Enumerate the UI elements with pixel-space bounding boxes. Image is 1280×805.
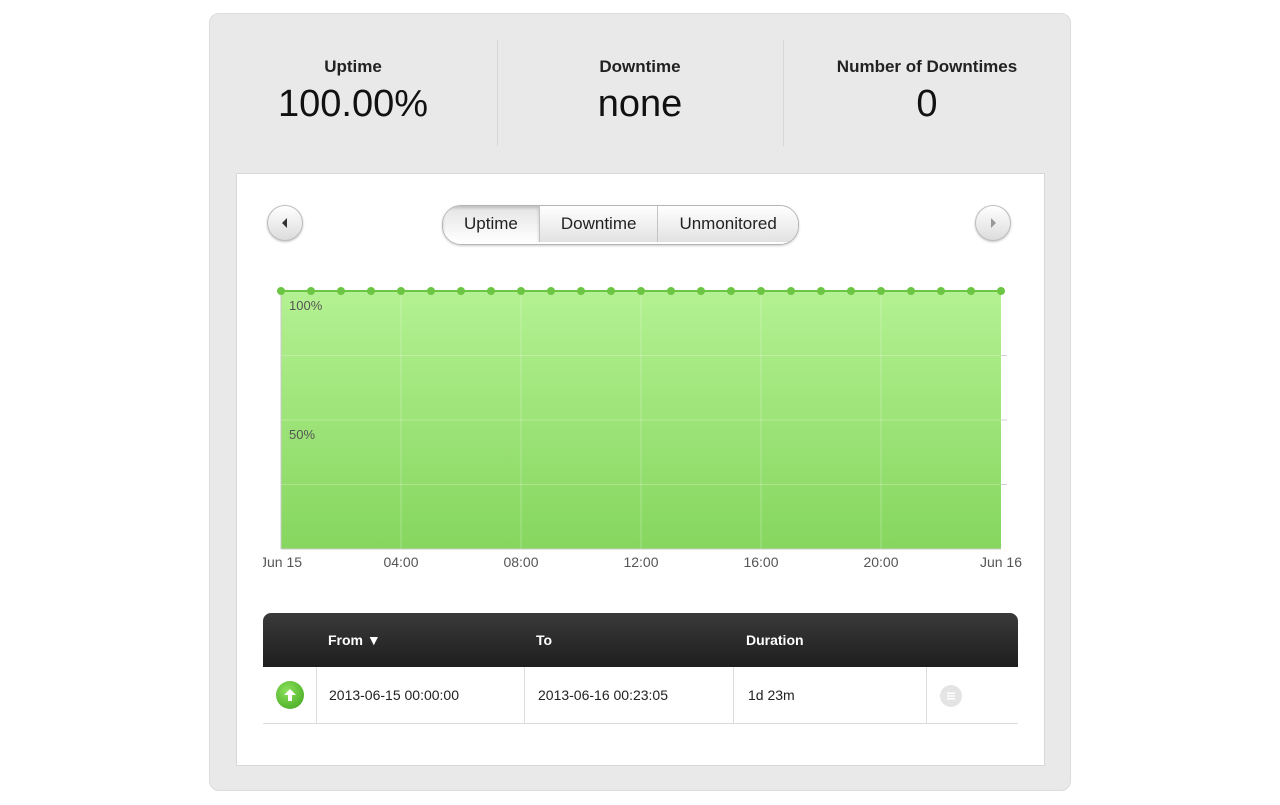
column-divider: [926, 667, 927, 723]
uptime-panel: Uptime 100.00% Downtime none Number of D…: [209, 13, 1071, 791]
column-divider: [316, 667, 317, 723]
data-point: [427, 287, 435, 295]
downtime-count-stat: Number of Downtimes 0: [784, 40, 1070, 146]
next-period-button[interactable]: [975, 205, 1011, 241]
data-point: [937, 287, 945, 295]
y-tick-label: 100%: [289, 298, 323, 313]
cell-from: 2013-06-15 00:00:00: [329, 687, 459, 703]
toggle-uptime[interactable]: Uptime: [443, 206, 539, 242]
downtime-table: From ▼ To Duration 2013-06-15 00:00:00 2…: [263, 613, 1018, 724]
data-point: [787, 287, 795, 295]
downtime-value: none: [597, 83, 683, 125]
data-point: [307, 287, 315, 295]
data-point: [487, 287, 495, 295]
data-point: [547, 287, 555, 295]
arrow-up-icon: [276, 681, 304, 709]
downtime-count-value: 0: [916, 83, 938, 125]
data-point: [757, 287, 765, 295]
stats-summary: Uptime 100.00% Downtime none Number of D…: [210, 14, 1072, 174]
x-tick-label: 12:00: [623, 554, 658, 570]
data-point: [397, 287, 405, 295]
data-point: [667, 287, 675, 295]
chevron-right-icon: [991, 218, 996, 228]
x-tick-label: 16:00: [743, 554, 778, 570]
data-point: [697, 287, 705, 295]
data-point: [997, 287, 1005, 295]
data-point: [847, 287, 855, 295]
table-row: 2013-06-15 00:00:00 2013-06-16 00:23:05 …: [263, 667, 1018, 724]
data-point: [637, 287, 645, 295]
uptime-value: 100.00%: [277, 83, 428, 125]
uptime-area-chart: 100% 50% Jun 15 04:00 08:00 12:00 16:00 20:00 Ju…: [263, 287, 1022, 570]
data-point: [577, 287, 585, 295]
y-tick-label: 50%: [289, 427, 315, 442]
x-tick-label: 04:00: [383, 554, 418, 570]
data-point: [337, 287, 345, 295]
chevron-left-icon: [282, 218, 287, 228]
chart-mode-toggle[interactable]: Uptime Downtime Unmonitored: [442, 205, 799, 245]
data-point: [367, 287, 375, 295]
x-tick-label: 08:00: [503, 554, 538, 570]
table-header: From ▼ To Duration: [263, 613, 1018, 667]
x-tick-label: 20:00: [863, 554, 898, 570]
chart-card: Uptime Downtime Unmonitored 100% 50% Jun 1…: [236, 173, 1045, 766]
cell-duration: 1d 23m: [748, 687, 795, 703]
data-point: [727, 287, 735, 295]
column-header-from[interactable]: From ▼: [328, 613, 381, 667]
cell-to: 2013-06-16 00:23:05: [538, 687, 668, 703]
data-point: [457, 287, 465, 295]
uptime-label: Uptime: [324, 57, 382, 76]
column-divider: [524, 667, 525, 723]
downtime-count-label: Number of Downtimes: [836, 57, 1018, 76]
data-point: [967, 287, 975, 295]
column-divider: [733, 667, 734, 723]
toggle-downtime[interactable]: Downtime: [538, 206, 658, 242]
downtime-label: Downtime: [599, 57, 681, 76]
data-point: [277, 287, 285, 295]
downtime-stat: Downtime none: [497, 40, 783, 146]
previous-period-button[interactable]: [267, 205, 303, 241]
column-header-to[interactable]: To: [536, 613, 552, 667]
x-tick-label: Jun 15: [263, 554, 302, 570]
data-point: [817, 287, 825, 295]
data-point: [877, 287, 885, 295]
list-icon[interactable]: [940, 685, 962, 707]
data-point: [607, 287, 615, 295]
uptime-stat: Uptime 100.00%: [210, 40, 496, 146]
data-point: [517, 287, 525, 295]
x-tick-label: Jun 16: [980, 554, 1022, 570]
data-point: [907, 287, 915, 295]
column-header-duration[interactable]: Duration: [746, 613, 804, 667]
toggle-unmonitored[interactable]: Unmonitored: [657, 206, 798, 242]
